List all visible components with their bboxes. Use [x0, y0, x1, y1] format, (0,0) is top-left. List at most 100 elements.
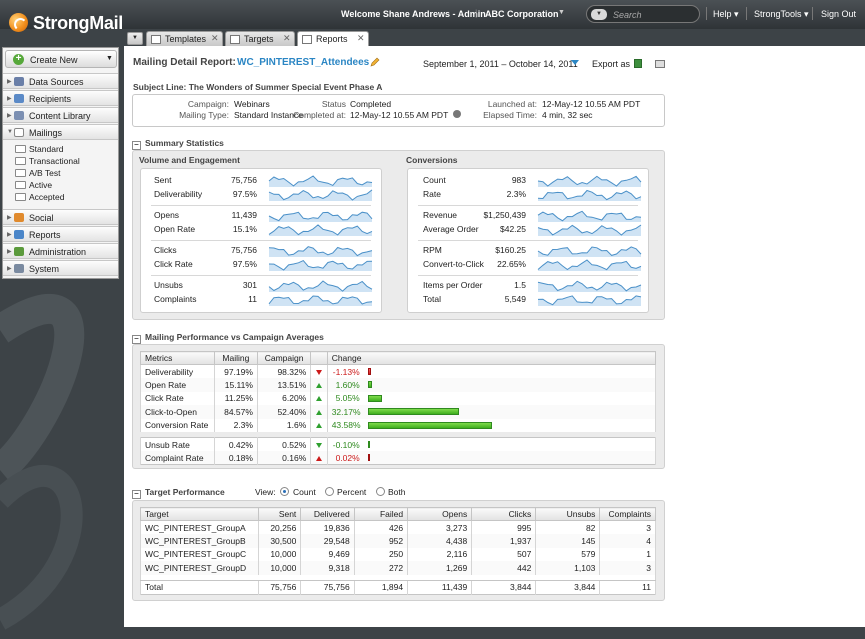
conv-value: $42.25 [500, 224, 526, 234]
tab-targets[interactable]: Targets ✕ [225, 31, 295, 46]
sidebar-subitem-active[interactable]: Active [15, 180, 52, 190]
summary-statistics-heading[interactable]: – Summary Statistics [132, 138, 224, 150]
vol-label: Opens [154, 210, 180, 220]
metric-name: Click-to-Open [140, 405, 215, 419]
collapse-icon[interactable]: – [132, 335, 141, 344]
table-cell: 145 [535, 534, 601, 548]
launched-label: Launched at: [487, 99, 537, 109]
envelope-icon [15, 145, 26, 153]
conv-sparkline [537, 175, 642, 187]
close-icon[interactable]: ✕ [357, 33, 365, 44]
view-both-label[interactable]: Both [388, 487, 406, 497]
campaign-value: 1.6% [256, 418, 312, 432]
sidebar-item-data-sources[interactable]: ▶ Data Sources [3, 73, 118, 89]
table-row[interactable]: WC_PINTEREST_GroupA 20,256 19,836 426 3,273 9… [140, 520, 656, 534]
elapsed-label: Elapsed Time: [483, 110, 537, 120]
change-value: 1.60% [335, 379, 360, 390]
view-count-label[interactable]: Count [293, 487, 316, 497]
pencil-edit-icon[interactable] [370, 57, 380, 67]
welcome-text: Welcome Shane Andrews - Admin [341, 9, 486, 19]
column-header[interactable]: Change [326, 351, 657, 365]
strongtools-menu[interactable]: StrongTools ▾ [754, 9, 809, 20]
print-icon[interactable] [655, 60, 665, 68]
column-header[interactable]: Delivered [300, 507, 355, 521]
sidebar-subitem-ab-test[interactable]: A/B Test [15, 168, 61, 178]
search-box[interactable]: ▼ [586, 5, 700, 23]
column-header[interactable]: Metrics [140, 351, 215, 365]
sidebar-item-reports[interactable]: ▶ Reports [3, 226, 118, 242]
performance-table: Metrics Mailing Campaign Change Deliverabil… [140, 351, 657, 432]
report-title-name: WC_PINTEREST_Attendees [237, 57, 370, 68]
chevron-down-icon[interactable]: ▼ [558, 9, 565, 16]
collapse-icon[interactable]: – [132, 490, 141, 499]
help-menu[interactable]: Help ▾ [713, 9, 739, 20]
table-row: Conversion Rate 2.3% 1.6% 43.58% [140, 418, 657, 432]
search-input[interactable] [611, 8, 697, 21]
target-performance-heading[interactable]: – Target Performance [132, 487, 225, 499]
table-row: Deliverability 97.19% 98.32% -1.13% [140, 364, 657, 378]
column-header[interactable]: Sent [257, 507, 302, 521]
column-header[interactable]: Campaign [256, 351, 312, 365]
status-label: Status [321, 99, 346, 109]
column-header[interactable]: Clicks [471, 507, 537, 521]
change-bar [367, 381, 373, 388]
arrow-up-icon [315, 409, 322, 415]
mailing-value: 2.3% [213, 418, 258, 432]
arrow-down-icon [315, 369, 322, 375]
view-percent-label[interactable]: Percent [337, 487, 366, 497]
templates-icon [151, 35, 161, 44]
create-new-button[interactable]: + Create New ▼ [5, 50, 117, 68]
sidebar-item-system[interactable]: ▶ System [3, 260, 118, 276]
view-percent-radio[interactable] [325, 487, 334, 496]
column-header[interactable]: Unsubs [535, 507, 601, 521]
plus-icon: + [13, 54, 24, 65]
excel-export-icon[interactable] [634, 59, 642, 68]
view-both-radio[interactable] [376, 487, 385, 496]
sidebar-subitem-accepted[interactable]: Accepted [15, 192, 64, 202]
sidebar: + Create New ▼ ▶ Data Sources ▶ Recipien… [2, 47, 119, 279]
column-header[interactable]: Complaints [599, 507, 656, 521]
tab-reports[interactable]: Reports ✕ [297, 31, 369, 47]
search-scope-icon[interactable]: ▼ [591, 9, 607, 20]
envelope-icon [15, 181, 26, 189]
sign-out-link[interactable]: Sign Out [821, 9, 856, 19]
total-cell: 11,439 [407, 580, 473, 594]
admin-icon [14, 247, 24, 256]
column-header[interactable]: Opens [407, 507, 473, 521]
export-as-label: Export as [592, 59, 631, 69]
campaign-value: 6.20% [256, 391, 312, 405]
sidebar-subitem-transactional[interactable]: Transactional [15, 156, 80, 166]
close-icon[interactable]: ✕ [283, 33, 291, 44]
tab-menu-button[interactable]: ▼ [127, 32, 143, 45]
target-name: WC_PINTEREST_GroupD [140, 561, 259, 575]
sidebar-item-content-library[interactable]: ▶ Content Library [3, 107, 118, 123]
change-value: 0.02% [335, 452, 360, 463]
expand-arrow-icon: ▶ [7, 215, 12, 221]
table-row[interactable]: WC_PINTEREST_GroupD 10,000 9,318 272 1,269 44… [140, 561, 656, 575]
mailing-value: 11.25% [213, 391, 258, 405]
change-bar [367, 421, 492, 429]
company-selector[interactable]: ABC Corporation [485, 9, 559, 19]
table-cell: 1,937 [471, 534, 537, 548]
table-row[interactable]: WC_PINTEREST_GroupC 10,000 9,469 250 2,116 50… [140, 547, 656, 561]
performance-heading[interactable]: – Mailing Performance vs Campaign Average… [132, 332, 324, 344]
table-row[interactable]: WC_PINTEREST_GroupB 30,500 29,548 952 4,438 1… [140, 534, 656, 548]
chevron-down-icon[interactable] [571, 60, 579, 65]
tab-templates[interactable]: Templates ✕ [146, 31, 223, 46]
sidebar-subitem-standard[interactable]: Standard [15, 144, 64, 154]
view-count-radio[interactable] [280, 487, 289, 496]
column-header[interactable] [310, 351, 328, 365]
sidebar-item-administration[interactable]: ▶ Administration [3, 243, 118, 259]
column-header[interactable]: Target [140, 507, 259, 521]
conv-sparkline [537, 280, 642, 292]
close-icon[interactable]: ✕ [211, 33, 219, 44]
collapse-icon[interactable]: – [132, 141, 141, 150]
sidebar-item-social[interactable]: ▶ Social [3, 209, 118, 225]
total-cell: 1,894 [353, 580, 409, 594]
sidebar-item-mailings[interactable]: ▼ Mailings [3, 124, 118, 140]
divider [151, 205, 371, 206]
column-header[interactable]: Mailing [213, 351, 258, 365]
sidebar-item-recipients[interactable]: ▶ Recipients [3, 90, 118, 106]
date-range-selector[interactable]: September 1, 2011 – October 14, 2011 [423, 59, 578, 69]
column-header[interactable]: Failed [353, 507, 409, 521]
